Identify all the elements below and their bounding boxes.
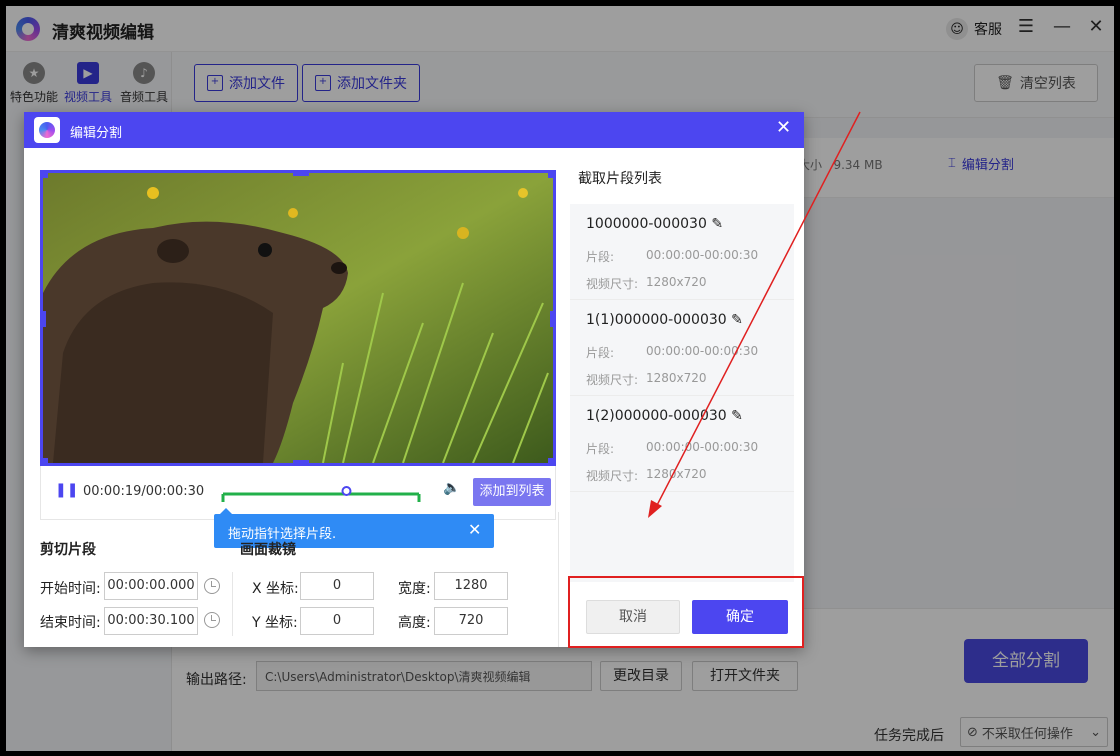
annotation-arrow	[648, 111, 861, 518]
annotation-arrow-head	[648, 500, 662, 518]
app-window: 清爽视频编辑 ☺ 客服 ☰ — ✕ ★ 特色功能 ▶ 视频工具 ♪ 音频工具 +…	[6, 6, 1114, 751]
annotation-arrow-line	[653, 111, 861, 512]
